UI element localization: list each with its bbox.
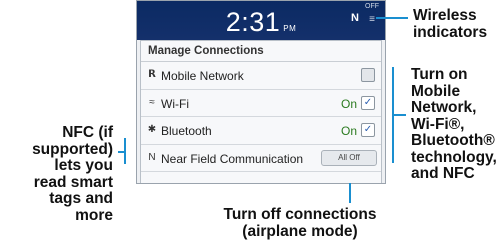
- callout-nfc: NFC (if supported) lets you read smart t…: [32, 124, 113, 224]
- connection-label: Mobile Network: [161, 69, 244, 83]
- clock-ampm: PM: [283, 24, 297, 33]
- bluetooth-icon: ✱: [147, 124, 157, 135]
- bluetooth-checkbox[interactable]: ✓: [361, 123, 375, 137]
- callout-line-wireless: [376, 17, 408, 19]
- wifi-checkbox[interactable]: ✓: [361, 95, 375, 110]
- wifi-status-icon: ≡: [369, 14, 375, 25]
- callout-airplane-mode: Turn off connections (airplane mode): [223, 206, 377, 240]
- wireless-off-label: OFF: [365, 3, 379, 10]
- callout-line-airplane: [349, 183, 351, 203]
- connection-state: On: [340, 96, 357, 111]
- signal-icon: 𝗥: [148, 69, 156, 80]
- wifi-icon: ≈: [149, 96, 155, 108]
- connection-row-wifi[interactable]: ≈ Wi-Fi On ✓: [141, 90, 381, 117]
- connection-row-mobile-network[interactable]: 𝗥 Mobile Network: [141, 62, 381, 90]
- phone-screen: 2:31 PM N OFF ≡ Manage Connections 𝗥 Mobi…: [136, 0, 386, 184]
- status-bar: 2:31 PM N OFF ≡: [137, 1, 385, 40]
- connection-state: On: [340, 124, 357, 138]
- nfc-icon: N: [148, 151, 156, 163]
- callout-line-nfc-horizontal: [118, 151, 126, 153]
- callout-turn-on: Turn on Mobile Network, Wi-Fi®, Bluetoot…: [411, 66, 497, 182]
- clock-time: 2:31: [225, 7, 281, 37]
- connection-label: Near Field Communication: [161, 151, 304, 166]
- all-off-button[interactable]: All Off: [321, 150, 377, 166]
- panel-title: Manage Connections: [141, 41, 381, 62]
- callout-wireless-indicators: Wireless indicators: [413, 7, 488, 41]
- nfc-status-icon: N: [351, 12, 359, 24]
- clock: 2:31 PM: [137, 7, 385, 38]
- mobile-network-checkbox[interactable]: [361, 68, 375, 82]
- callout-line-turnon-horizontal: [392, 114, 406, 116]
- connection-label: Bluetooth: [161, 124, 212, 138]
- connection-label: Wi-Fi: [161, 96, 189, 111]
- connection-row-bluetooth[interactable]: ✱ Bluetooth On ✓: [141, 117, 381, 145]
